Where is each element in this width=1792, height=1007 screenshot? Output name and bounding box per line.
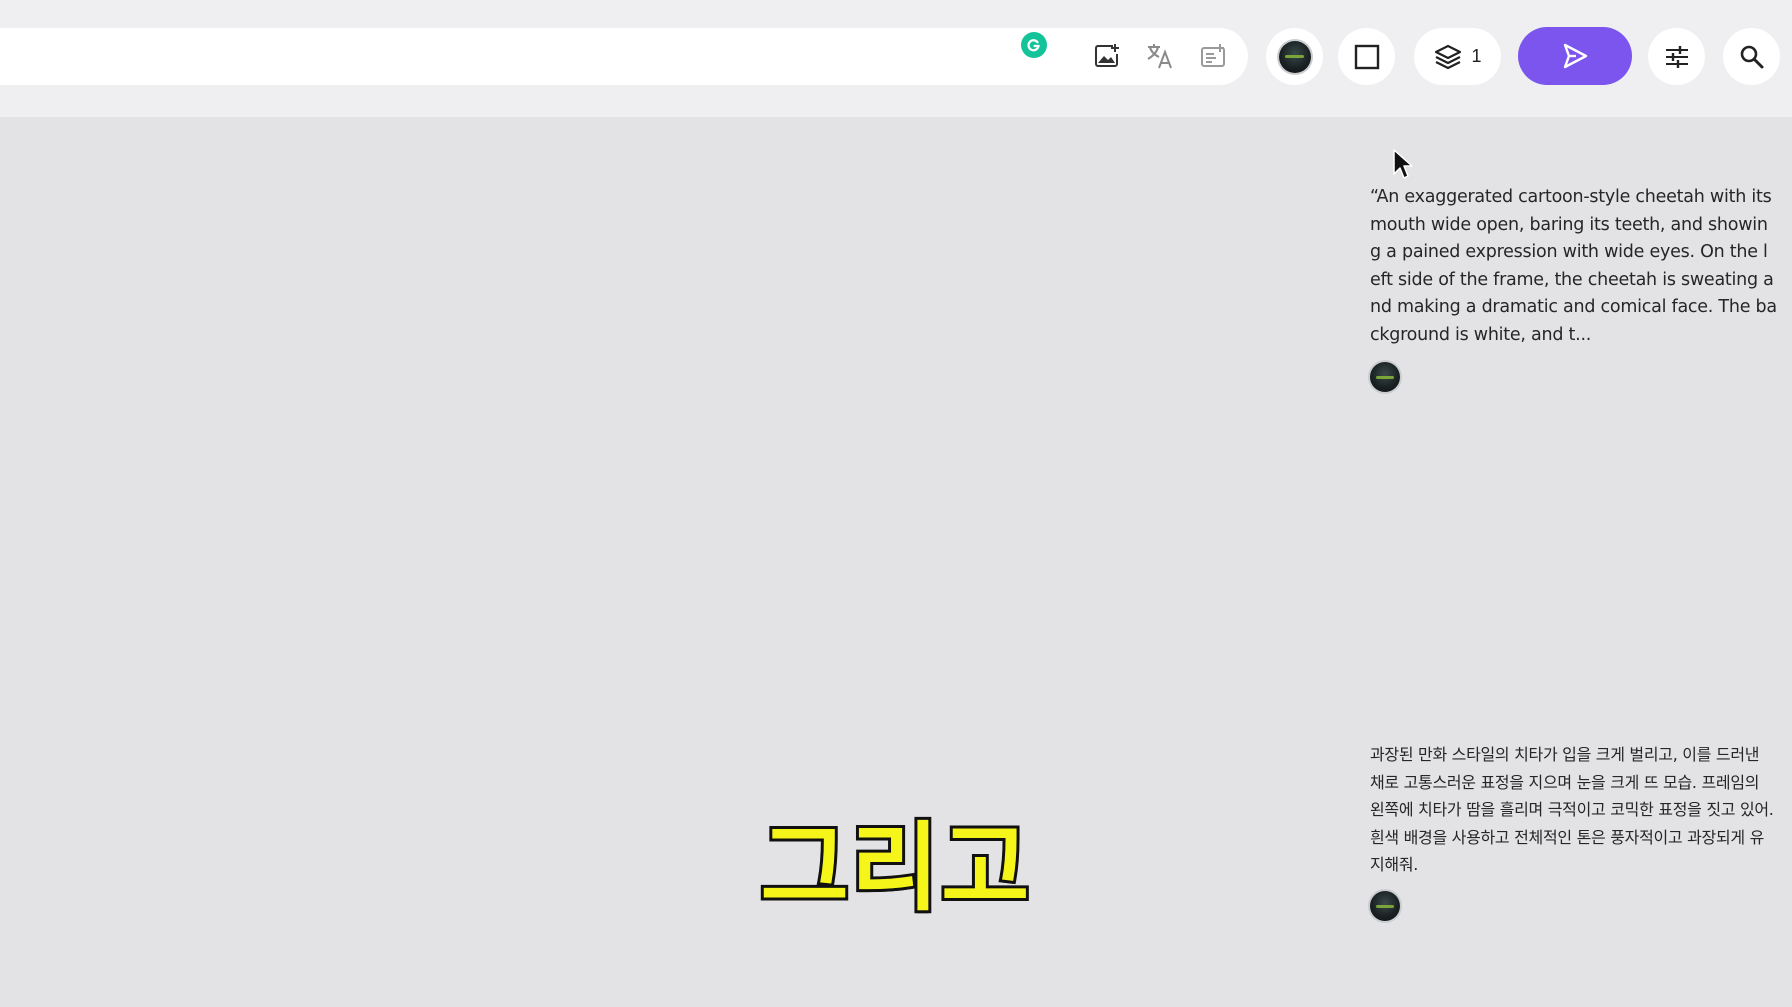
square-icon	[1354, 44, 1379, 69]
avatar	[1278, 40, 1311, 73]
send-icon	[1563, 43, 1588, 69]
video-caption: 그리고	[758, 809, 1033, 927]
send-button[interactable]	[1518, 27, 1632, 85]
square-button[interactable]	[1338, 28, 1395, 85]
prompt-input-bar[interactable]	[0, 28, 1248, 85]
translate-icon[interactable]	[1144, 40, 1176, 72]
prompt-message-english: “An exaggerated cartoon-style cheetah wi…	[1370, 187, 1777, 345]
avatar-button[interactable]	[1266, 28, 1323, 85]
text-edit-icon[interactable]	[1197, 40, 1229, 72]
layers-icon	[1435, 44, 1462, 69]
layers-button[interactable]: 1	[1414, 28, 1501, 85]
search-icon	[1740, 45, 1763, 68]
grammarly-icon[interactable]	[1021, 32, 1047, 58]
search-button[interactable]	[1723, 28, 1780, 85]
add-image-icon[interactable]	[1091, 40, 1123, 72]
settings-button[interactable]	[1648, 28, 1705, 85]
sliders-icon	[1665, 45, 1688, 68]
avatar	[1370, 362, 1400, 392]
layers-count: 1	[1471, 46, 1482, 66]
mouse-cursor-icon	[1393, 149, 1413, 179]
